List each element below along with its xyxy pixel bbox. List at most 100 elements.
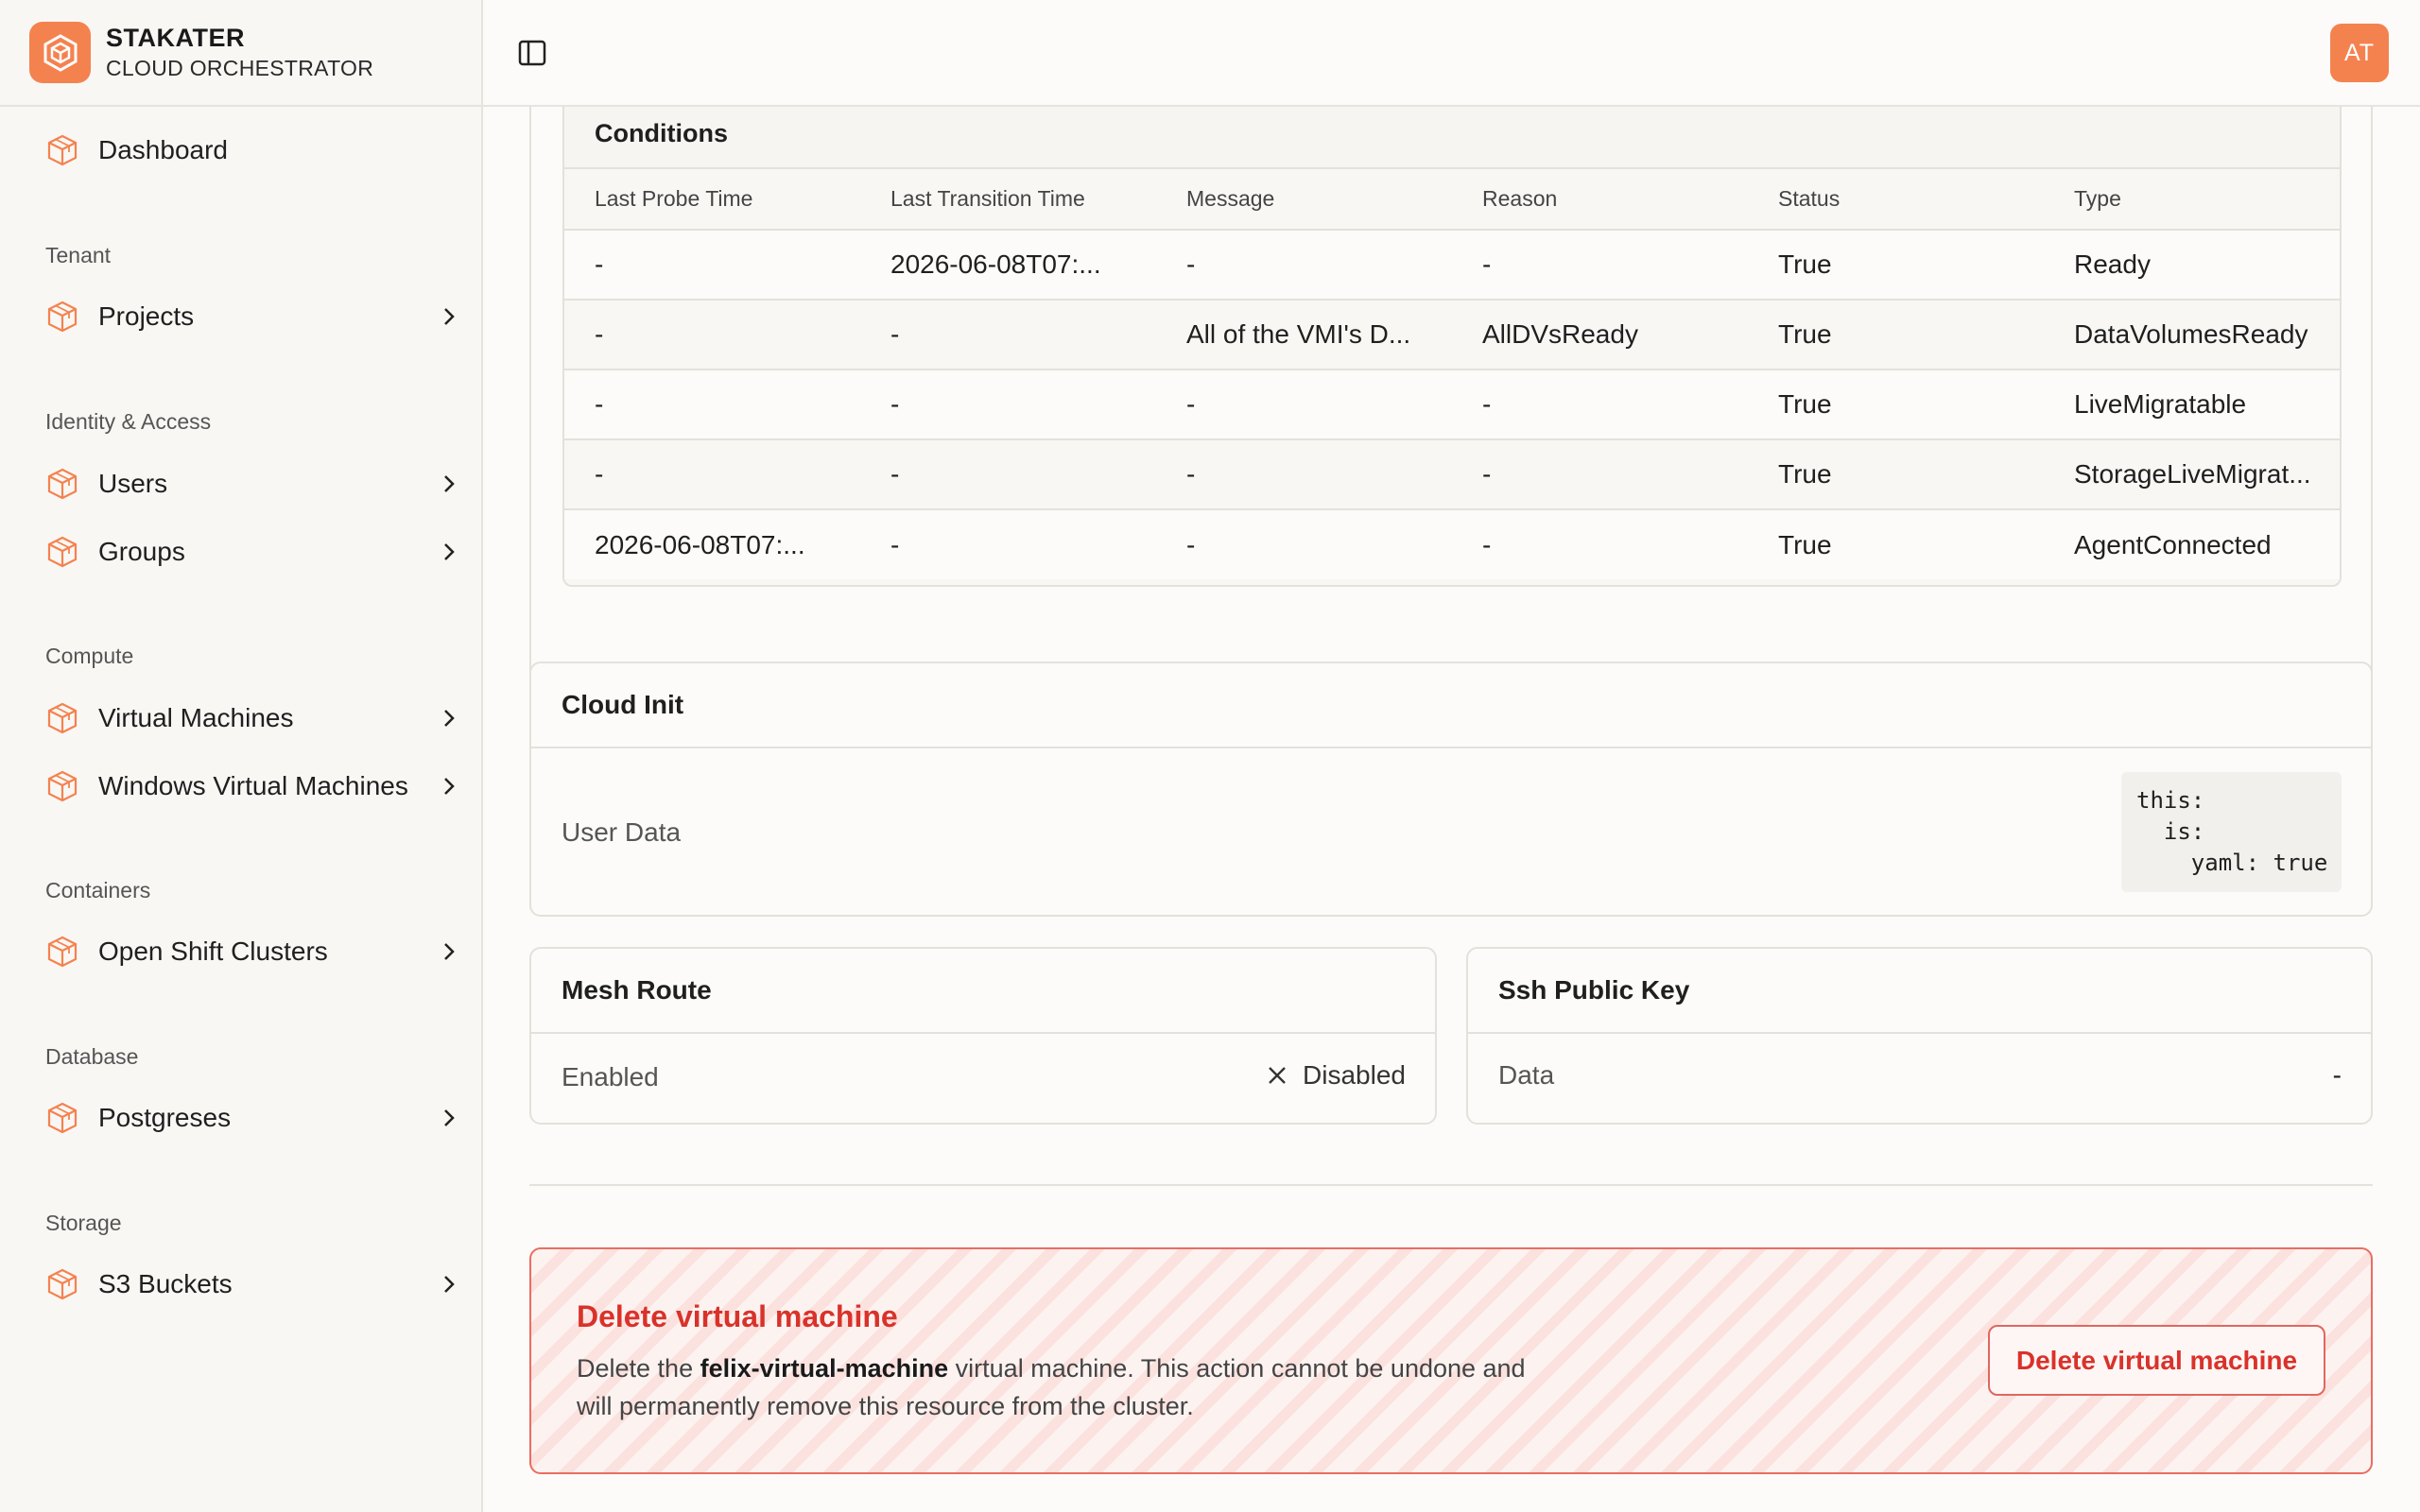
mesh-status: Disabled: [1267, 1060, 1406, 1091]
conditions-title: Conditions: [564, 107, 2340, 169]
cube-icon: [47, 301, 78, 333]
divider: [529, 1184, 2373, 1186]
table-cell: -: [1452, 439, 1748, 510]
column-header: Message: [1156, 169, 1452, 231]
danger-desc-prefix: Delete the: [577, 1354, 700, 1383]
mesh-route-title: Mesh Route: [531, 949, 1435, 1034]
cube-icon: [47, 936, 78, 968]
table-cell: -: [564, 439, 860, 510]
conditions-card: Conditions Last Probe Time Last Transiti…: [562, 107, 2342, 587]
status-card: Conditions Last Probe Time Last Transiti…: [529, 107, 2373, 737]
chevron-right-icon: [444, 543, 455, 560]
table-cell: Ready: [2044, 230, 2340, 301]
cube-icon: [47, 468, 78, 500]
table-cell: AllDVsReady: [1452, 300, 1748, 370]
sidebar-item-users[interactable]: Users: [0, 454, 481, 514]
table-row: - - - - True StorageLiveMigrat...: [564, 439, 2340, 510]
topbar: AT: [483, 0, 2420, 107]
cube-icon: [47, 1268, 78, 1300]
sidebar-item-dashboard[interactable]: Dashboard: [0, 120, 481, 180]
mesh-enabled-label: Enabled: [562, 1062, 659, 1091]
table-row: 2026-06-08T07:... - - - True AgentConnec…: [564, 509, 2340, 579]
section-containers: Containers: [45, 878, 151, 902]
table-cell: True: [1748, 300, 2044, 370]
table-cell: True: [1748, 509, 2044, 579]
sidebar-item-groups[interactable]: Groups: [0, 522, 481, 582]
sidebar-item-label: Dashboard: [98, 135, 228, 164]
table-row: - - All of the VMI's D... AllDVsReady Tr…: [564, 300, 2340, 370]
table-cell: -: [564, 369, 860, 440]
sidebar-item-s3-buckets[interactable]: S3 Buckets: [0, 1254, 481, 1314]
sidebar-item-virtual-machines[interactable]: Virtual Machines: [0, 688, 481, 748]
danger-zone: Delete virtual machine Delete the felix-…: [529, 1247, 2373, 1474]
table-row: - 2026-06-08T07:... - - True Ready: [564, 230, 2340, 301]
sidebar-item-projects[interactable]: Projects: [0, 286, 481, 347]
column-header: Reason: [1452, 169, 1748, 231]
table-cell: DataVolumesReady: [2044, 300, 2340, 370]
column-header: Type: [2044, 169, 2340, 231]
cloud-init-card: Cloud Init User Data this: is: yaml: tru…: [529, 662, 2373, 917]
brand-subtitle: CLOUD ORCHESTRATOR: [106, 56, 374, 80]
cloud-init-title: Cloud Init: [531, 663, 2371, 748]
table-cell: StorageLiveMigrat...: [2044, 439, 2340, 510]
table-cell: -: [860, 439, 1156, 510]
section-tenant: Tenant: [45, 243, 112, 267]
chevron-right-icon: [444, 308, 455, 325]
sidebar-item-open-shift-clusters[interactable]: Open Shift Clusters: [0, 921, 481, 982]
table-cell: -: [1452, 509, 1748, 579]
table-cell: -: [564, 300, 860, 370]
table-cell: -: [1156, 509, 1452, 579]
sidebar-item-label: S3 Buckets: [98, 1269, 233, 1298]
chevron-right-icon: [444, 1109, 455, 1126]
avatar[interactable]: AT: [2330, 24, 2389, 82]
table-cell: -: [1452, 230, 1748, 301]
sidebar-item-label: Windows Virtual Machines: [98, 771, 408, 800]
conditions-table: Last Probe Time Last Transition Time Mes…: [564, 169, 2340, 579]
table-row: - - - - True LiveMigratable: [564, 369, 2340, 440]
cube-icon: [47, 134, 78, 166]
cube-icon: [47, 1102, 78, 1134]
section-database: Database: [45, 1044, 139, 1069]
table-cell: -: [860, 369, 1156, 440]
danger-title: Delete virtual machine: [577, 1299, 898, 1333]
sidebar-item-label: Projects: [98, 301, 195, 331]
cube-icon: [47, 536, 78, 568]
user-data-label: User Data: [562, 817, 682, 847]
sidebar-item-label: Postgreses: [98, 1103, 232, 1132]
table-cell: -: [860, 300, 1156, 370]
chevron-right-icon: [444, 943, 455, 960]
sidebar-item-postgreses[interactable]: Postgreses: [0, 1088, 481, 1148]
user-data-code: this: is: yaml: true: [2121, 772, 2342, 892]
stakater-logo-icon: [29, 22, 91, 83]
table-cell: -: [860, 509, 1156, 579]
column-header: Last Probe Time: [564, 169, 860, 231]
cube-icon: [47, 702, 78, 734]
vm-name: felix-virtual-machine: [700, 1354, 949, 1383]
main-content: Conditions Last Probe Time Last Transiti…: [483, 107, 2420, 1512]
table-cell: -: [1156, 369, 1452, 440]
section-identity-access: Identity & Access: [45, 409, 212, 434]
sidebar-item-windows-virtual-machines[interactable]: Windows Virtual Machines: [0, 756, 481, 816]
table-cell: -: [1156, 230, 1452, 301]
table-cell: True: [1748, 230, 2044, 301]
cube-icon: [47, 770, 78, 802]
table-cell: 2026-06-08T07:...: [860, 230, 1156, 301]
ssh-data-value: -: [2332, 1060, 2342, 1090]
sidebar: STAKATER CLOUD ORCHESTRATOR Dashboard Te…: [0, 0, 483, 1512]
mesh-route-card: Mesh Route Enabled Disabled: [529, 947, 1437, 1125]
ssh-key-title: Ssh Public Key: [1468, 949, 2371, 1034]
table-header-row: Last Probe Time Last Transition Time Mes…: [564, 169, 2340, 231]
table-cell: LiveMigratable: [2044, 369, 2340, 440]
table-cell: 2026-06-08T07:...: [564, 509, 860, 579]
chevron-right-icon: [444, 778, 455, 795]
column-header: Status: [1748, 169, 2044, 231]
ssh-data-label: Data: [1498, 1060, 1555, 1090]
chevron-right-icon: [444, 475, 455, 492]
sidebar-toggle-icon[interactable]: [515, 36, 549, 70]
brand[interactable]: STAKATER CLOUD ORCHESTRATOR: [0, 0, 481, 107]
danger-description: Delete the felix-virtual-machine virtual…: [577, 1349, 1541, 1425]
table-cell: True: [1748, 369, 2044, 440]
table-cell: AgentConnected: [2044, 509, 2340, 579]
delete-vm-button[interactable]: Delete virtual machine: [1988, 1325, 2325, 1396]
section-compute: Compute: [45, 644, 134, 668]
